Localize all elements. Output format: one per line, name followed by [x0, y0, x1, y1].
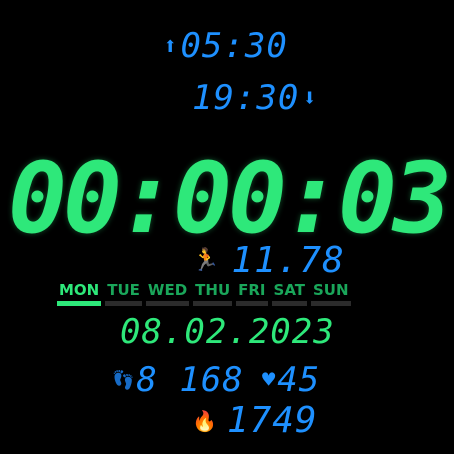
distance-display: 🏃 11.78 — [192, 240, 345, 281]
weekday-mon: MON — [57, 281, 102, 306]
sunrise-display: ⬆ 05:30 — [160, 26, 288, 66]
weekday-label: WED — [147, 281, 188, 299]
weekday-sat: SAT — [271, 281, 307, 306]
heart-pulse-icon: ♥ — [262, 367, 276, 393]
heart-rate-display: ♥ 45 — [262, 360, 320, 400]
weekday-label: FRI — [238, 281, 266, 299]
heart-rate-value: 45 — [277, 360, 321, 400]
distance-value: 11.78 — [231, 240, 345, 281]
watch-face: ⬆ 05:30 19:30 ⬇ 00:00:03 🏃 11.78 MON TUE W… — [0, 0, 454, 454]
weekday-indicator-bar — [271, 301, 307, 306]
weekday-indicator-bar — [236, 301, 268, 306]
weekday-strip: MON TUE WED THU FRI SAT SUN — [57, 282, 355, 306]
weekday-label: TUE — [107, 281, 140, 299]
weekday-indicator-bar — [105, 301, 142, 306]
weekday-thu: THU — [193, 281, 233, 306]
arrow-down-icon: ⬇ — [302, 84, 317, 112]
sunset-display: 19:30 ⬇ — [192, 78, 320, 118]
footprints-icon: 👣 — [112, 369, 135, 391]
arrow-up-icon: ⬆ — [163, 32, 178, 60]
sunset-time: 19:30 — [192, 78, 300, 118]
running-person-icon: 🏃 — [192, 248, 220, 273]
weekday-label: SAT — [273, 281, 305, 299]
weekday-fri: FRI — [236, 281, 268, 306]
calories-display: 🔥 1749 — [192, 400, 318, 441]
weekday-indicator-bar — [311, 301, 351, 306]
weekday-wed: WED — [145, 281, 190, 306]
weekday-label: MON — [59, 281, 100, 299]
date-display: 08.02.2023 — [120, 312, 335, 352]
weekday-label: SUN — [313, 281, 349, 299]
sunrise-time: 05:30 — [180, 26, 288, 66]
weekday-sun: SUN — [311, 282, 351, 306]
clock-time: 00:00:03 — [8, 142, 452, 256]
weekday-tue: TUE — [105, 282, 142, 306]
weekday-label: THU — [195, 281, 231, 299]
steps-value: 8 168 — [136, 360, 244, 400]
weekday-indicator-bar — [57, 301, 102, 306]
weekday-indicator-bar — [193, 301, 233, 306]
steps-display: 👣 8 168 — [112, 360, 244, 400]
weekday-indicator-bar — [145, 301, 190, 306]
flame-icon: 🔥 — [192, 408, 217, 433]
calories-value: 1749 — [226, 400, 318, 441]
